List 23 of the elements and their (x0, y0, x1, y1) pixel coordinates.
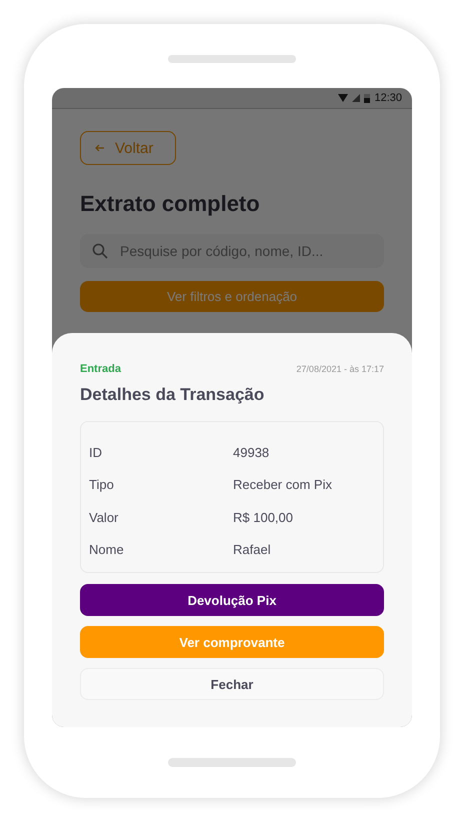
arrow-left-icon (95, 144, 105, 152)
detail-label: Tipo (89, 477, 115, 492)
close-button[interactable]: Fechar (80, 668, 384, 700)
detail-value: 49938 (233, 444, 270, 460)
page-title: Extrato completo (80, 191, 260, 217)
transaction-date: 27/08/2021 - às 17:17 (296, 364, 384, 374)
detail-value: R$ 100,00 (233, 510, 294, 525)
entry-tag: Entrada (80, 363, 121, 375)
signal-icon (352, 94, 360, 102)
detail-label: ID (89, 444, 103, 460)
detail-value: Receber com Pix (233, 477, 333, 492)
search-field[interactable]: Pesquise por código, nome, ID... (80, 234, 384, 268)
back-button[interactable]: Voltar (80, 131, 176, 165)
filters-button[interactable]: Ver filtros e ordenação (80, 281, 384, 312)
sheet-title: Detalhes da Transação (80, 385, 266, 405)
detail-label: Nome (89, 542, 125, 558)
refund-button[interactable]: Devolução Pix (80, 584, 384, 616)
detail-label: Valor (89, 510, 120, 525)
wifi-icon (338, 94, 348, 102)
detail-value: Rafael (233, 542, 272, 558)
receipt-button[interactable]: Ver comprovante (80, 626, 384, 658)
battery-icon (364, 94, 370, 102)
status-time: 12:30 (374, 92, 402, 104)
